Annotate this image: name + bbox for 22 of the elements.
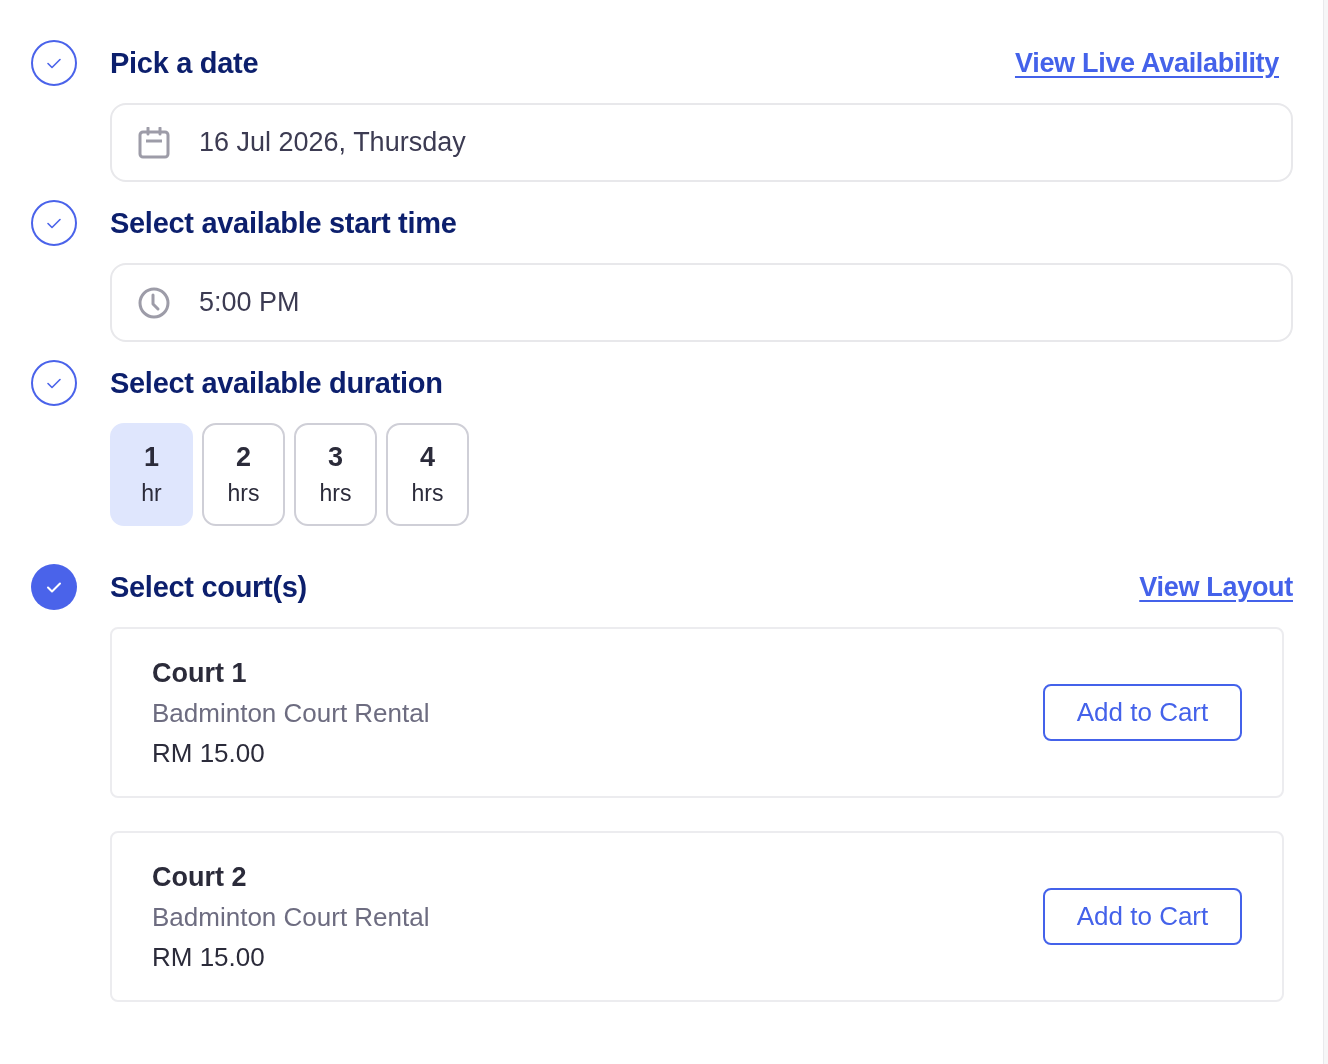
duration-option[interactable]: 1 hr [110,423,193,526]
court-price: RM 15.00 [152,736,266,770]
time-field[interactable]: 5:00 PM [110,263,1293,342]
clock-icon [138,286,170,319]
court-description: Badminton Court Rental [152,900,430,934]
duration-option[interactable]: 4 hrs [386,423,469,526]
duration-option[interactable]: 3 hrs [294,423,377,526]
court-description: Badminton Court Rental [152,696,430,730]
step-title: Select available start time [110,206,457,240]
add-to-cart-button[interactable]: Add to Cart [1043,888,1242,945]
date-field[interactable]: 16 Jul 2026, Thursday [110,103,1293,182]
step-title: Select available duration [110,366,443,400]
court-name: Court 1 [152,656,248,690]
court-name: Court 2 [152,860,248,894]
duration-option[interactable]: 2 hrs [202,423,285,526]
court-price: RM 15.00 [152,940,266,974]
step-link[interactable]: View Layout [1139,571,1293,603]
step-link[interactable]: View Live Availability [1014,47,1279,79]
calendar-icon [138,126,170,159]
step-title: Pick a date [110,46,259,80]
step-title: Select court(s) [110,570,307,604]
add-to-cart-button[interactable]: Add to Cart [1043,684,1242,741]
